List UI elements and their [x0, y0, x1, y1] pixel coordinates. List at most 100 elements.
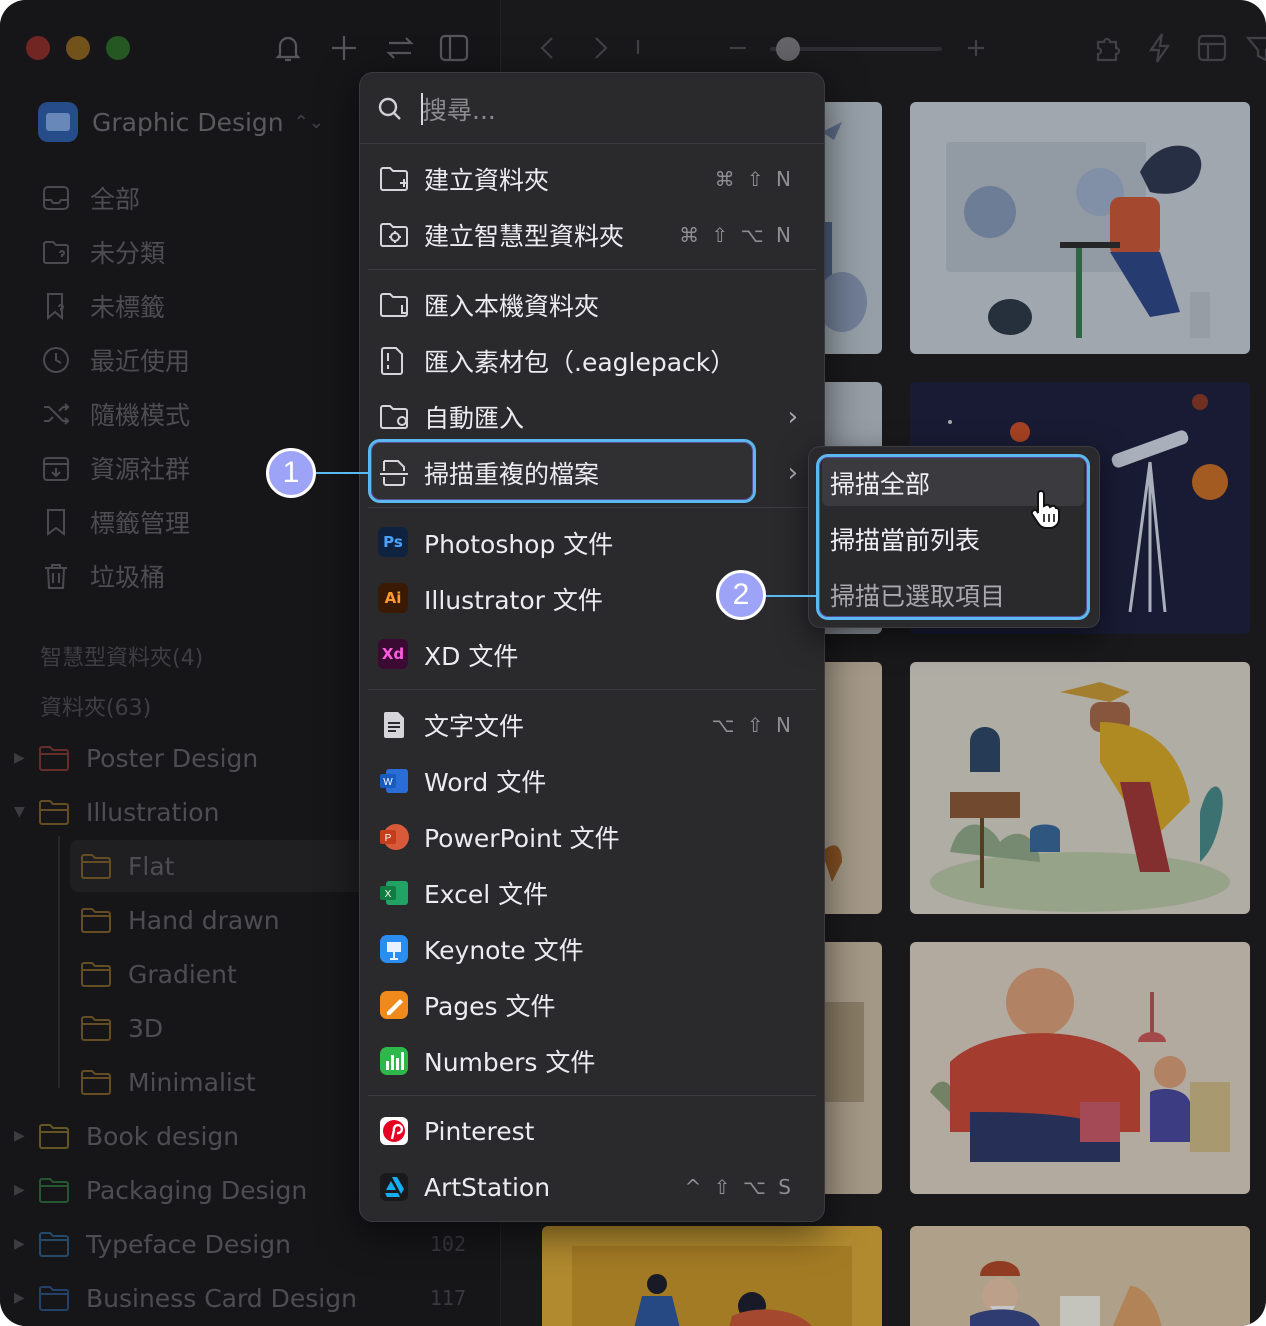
package-import-icon [378, 345, 410, 377]
zoom-out-icon[interactable] [720, 30, 756, 66]
folder-label: Minimalist [128, 1067, 256, 1097]
nav-untagged[interactable]: 未標籤 [40, 286, 165, 326]
bell-icon[interactable] [270, 30, 306, 66]
menu-item-keynote[interactable]: Keynote 文件 [360, 923, 824, 975]
folder-icon [80, 960, 112, 988]
menu-item-import-eaglepack[interactable]: 匯入素材包（.eaglepack） [360, 335, 824, 387]
nav-uncategorized[interactable]: 未分類 [40, 232, 165, 272]
zoom-in-icon[interactable] [958, 30, 994, 66]
highlight-submenu [816, 454, 1090, 620]
clock-icon [40, 344, 72, 376]
pinterest-icon [378, 1115, 410, 1147]
keynote-icon [378, 933, 410, 965]
back-icon[interactable] [530, 30, 566, 66]
menu-item-auto-import[interactable]: 自動匯入 › [360, 391, 824, 443]
thumbnail[interactable] [542, 1226, 882, 1326]
nav-label: 未標籤 [90, 293, 166, 322]
menu-item-numbers[interactable]: Numbers 文件 [360, 1035, 824, 1087]
folder-flat[interactable]: Flat [80, 844, 174, 888]
nav-tags[interactable]: 標籤管理 [40, 502, 190, 542]
add-icon[interactable] [326, 30, 362, 66]
smart-folder-icon [378, 219, 410, 251]
close-window-button[interactable] [26, 36, 50, 60]
sidebar-toggle-icon[interactable] [436, 30, 472, 66]
nav-community[interactable]: 資源社群 [40, 448, 190, 488]
callout-1: 1 [266, 448, 316, 498]
menu-item-artstation[interactable]: ArtStation ^ ⇧ ⌥ S [360, 1161, 824, 1213]
divider-icon [620, 30, 656, 66]
photoshop-badge: Ps [378, 527, 408, 557]
chevron-down-icon[interactable]: ▼ [14, 804, 32, 820]
smart-folders-header[interactable]: 智慧型資料夾(4) [40, 640, 203, 672]
folder-book-design[interactable]: ▶ Book design [14, 1114, 239, 1158]
folder-gradient[interactable]: Gradient [80, 952, 237, 996]
folder-label: Business Card Design [86, 1283, 357, 1313]
menu-shortcut: ⌘ ⇧ N [714, 167, 794, 191]
thumbnail[interactable] [910, 1226, 1250, 1326]
folder-business-card-design[interactable]: ▶ Business Card Design [14, 1276, 357, 1320]
nav-trash[interactable]: 垃圾桶 [40, 556, 165, 596]
menu-item-pages[interactable]: Pages 文件 [360, 979, 824, 1031]
slider-knob[interactable] [776, 37, 800, 61]
nav-recent[interactable]: 最近使用 [40, 340, 190, 380]
nav-label: 資源社群 [90, 455, 191, 484]
minimize-window-button[interactable] [66, 36, 90, 60]
nav-label: 全部 [90, 185, 141, 214]
menu-item-import-local-folder[interactable]: 匯入本機資料夾 [360, 279, 824, 331]
inbox-icon [40, 182, 72, 214]
folder-poster-design[interactable]: ▶ Poster Design [14, 736, 258, 780]
folders-header[interactable]: 資料夾(63) [40, 690, 151, 722]
chevron-right-icon[interactable]: ▶ [14, 750, 32, 766]
nav-all[interactable]: 全部 [40, 178, 140, 218]
powerpoint-icon: P [378, 821, 410, 853]
menu-item-create-folder[interactable]: 建立資料夾 ⌘ ⇧ N [360, 153, 824, 205]
library-switcher[interactable]: Graphic Design ⌃⌄ [38, 100, 324, 144]
library-icon [38, 102, 78, 142]
chevron-right-icon[interactable]: ▶ [14, 1182, 32, 1198]
chevron-right-icon[interactable]: ▶ [14, 1236, 32, 1252]
folder-3d[interactable]: 3D [80, 1006, 163, 1050]
folder-icon [80, 906, 112, 934]
text-caret [421, 93, 423, 125]
folder-icon [38, 1230, 70, 1258]
folder-packaging-design[interactable]: ▶ Packaging Design [14, 1168, 307, 1212]
menu-item-label: 匯入素材包（.eaglepack） [424, 348, 736, 377]
nav-label: 隨機模式 [90, 401, 191, 430]
menu-item-powerpoint[interactable]: P PowerPoint 文件 [360, 811, 824, 863]
chevron-updown-icon: ⌃⌄ [293, 111, 324, 133]
menu-item-word[interactable]: W Word 文件 [360, 755, 824, 807]
folder-illustration[interactable]: ▼ Illustration [14, 790, 219, 834]
numbers-icon [378, 1045, 410, 1077]
menu-item-xd[interactable]: Xd XD 文件 [360, 629, 824, 681]
lightning-icon[interactable] [1142, 30, 1178, 66]
thumbnail[interactable] [910, 942, 1250, 1194]
menu-item-label: Keynote 文件 [424, 936, 584, 965]
folder-label: Poster Design [86, 743, 259, 773]
swap-icon[interactable] [382, 30, 418, 66]
layout-icon[interactable] [1194, 30, 1230, 66]
folder-typeface-design[interactable]: ▶ Typeface Design [14, 1222, 291, 1266]
chevron-right-icon[interactable]: ▶ [14, 1128, 32, 1144]
menu-item-pinterest[interactable]: Pinterest [360, 1105, 824, 1157]
thumbnail[interactable] [910, 662, 1250, 914]
plugin-icon[interactable] [1090, 30, 1126, 66]
menu-item-photoshop[interactable]: Ps Photoshop 文件 [360, 517, 824, 569]
zoom-window-button[interactable] [106, 36, 130, 60]
menu-item-excel[interactable]: X Excel 文件 [360, 867, 824, 919]
folder-minimalist[interactable]: Minimalist [80, 1060, 256, 1104]
auto-import-icon [378, 401, 410, 433]
nav-random[interactable]: 隨機模式 [40, 394, 190, 434]
menu-item-label: 文字文件 [424, 712, 525, 741]
menu-item-create-smart-folder[interactable]: 建立智慧型資料夾 ⌘ ⇧ ⌥ N [360, 209, 824, 261]
folder-icon [38, 1122, 70, 1150]
chevron-right-icon[interactable]: ▶ [14, 1290, 32, 1306]
callout-line [314, 472, 370, 474]
thumbnail[interactable] [910, 102, 1250, 354]
filter-icon[interactable] [1244, 30, 1266, 66]
forward-icon[interactable] [582, 30, 618, 66]
menu-item-text-file[interactable]: 文字文件 ⌥ ⇧ N [360, 699, 824, 751]
folder-label: Hand drawn [128, 905, 280, 935]
menu-search-input[interactable] [420, 89, 804, 131]
folder-hand-drawn[interactable]: Hand drawn [80, 898, 280, 942]
menu-item-label: ArtStation [424, 1172, 551, 1202]
